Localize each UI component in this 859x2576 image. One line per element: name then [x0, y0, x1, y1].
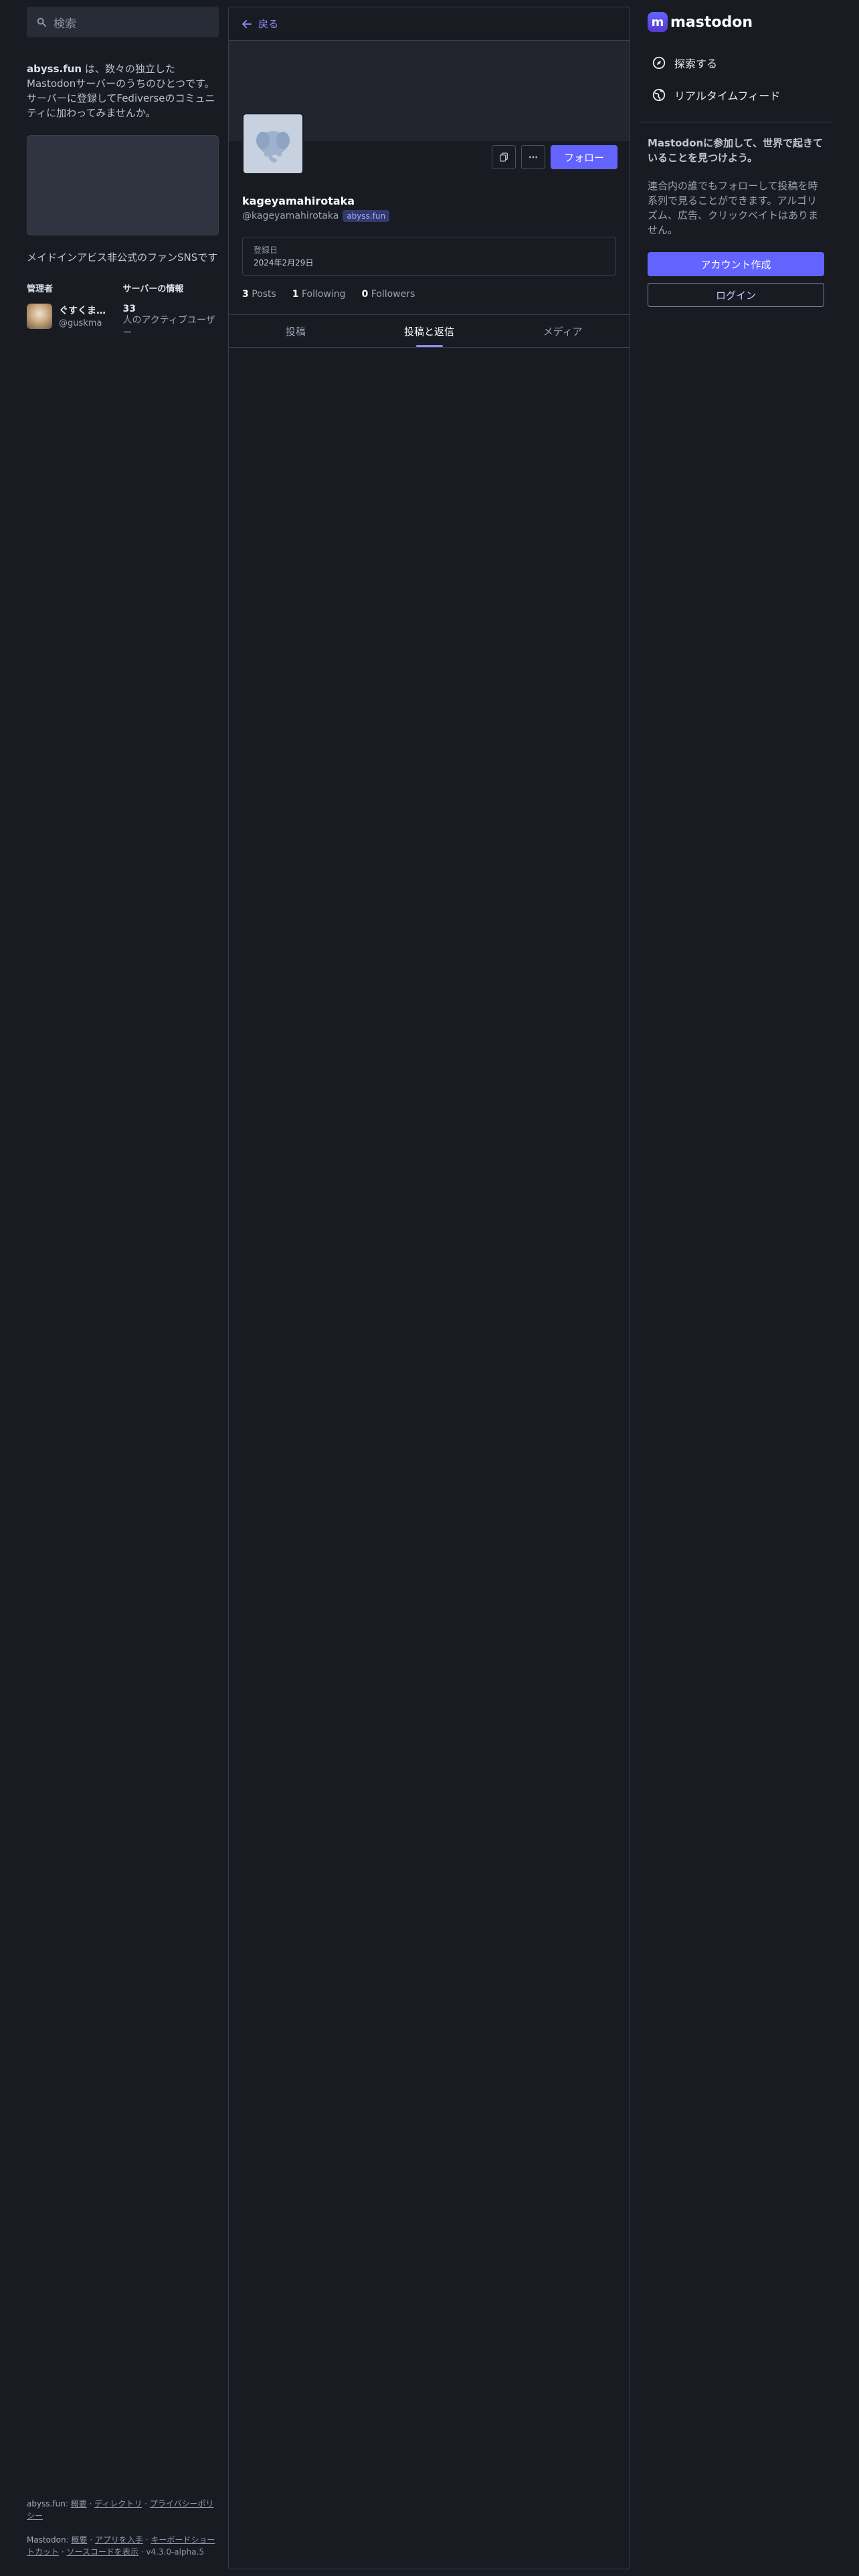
- server-hero-image: [27, 135, 219, 235]
- profile-avatar[interactable]: [242, 113, 304, 175]
- followers-count-link[interactable]: 0 Followers: [362, 289, 415, 300]
- following-label: Following: [302, 289, 346, 300]
- joined-date: 2024年2月29日: [254, 258, 314, 267]
- footer-link-directory[interactable]: ディレクトリ: [94, 2499, 142, 2508]
- admin-handle: @guskma: [59, 318, 102, 328]
- profile-counts: 3 Posts 1 Following 0 Followers: [229, 276, 630, 300]
- joined-label: 登録日: [254, 245, 278, 255]
- posts-label: Posts: [252, 289, 276, 300]
- profile-top-bar: フォロー: [229, 113, 630, 195]
- nav-explore-label: 探索する: [674, 58, 718, 70]
- nav-live-feeds[interactable]: リアルタイムフィード: [640, 79, 832, 111]
- posts-count-link[interactable]: 3 Posts: [242, 289, 276, 300]
- followers-count: 0: [361, 289, 369, 300]
- server-about: abyss.fun は、数々の独立したMastodonサーバーのうちのひとつです…: [27, 62, 219, 120]
- ellipsis-icon: [529, 156, 537, 158]
- server-info-heading: サーバーの情報: [122, 284, 184, 294]
- back-button[interactable]: 戻る: [229, 7, 630, 41]
- profile-column: 戻る フォロー kageyamahirotaka @kageyamahirota…: [228, 7, 630, 2569]
- posts-count: 3: [242, 289, 249, 300]
- tab-posts[interactable]: 投稿: [229, 315, 363, 347]
- following-count-link[interactable]: 1 Following: [292, 289, 346, 300]
- profile-actions: フォロー: [491, 145, 617, 169]
- admin-heading: 管理者: [27, 284, 54, 294]
- follow-button[interactable]: フォロー: [550, 145, 617, 169]
- left-sidebar: 検索 abyss.fun は、数々の独立したMastodonサーバーのうちのひと…: [27, 7, 219, 340]
- globe-icon: [652, 88, 666, 102]
- mastodon-elephant-icon: [256, 131, 290, 163]
- nav-live-feeds-label: リアルタイムフィード: [674, 90, 781, 102]
- admin-avatar[interactable]: [27, 304, 52, 329]
- server-tagline: メイドインアビス非公式のファンSNSです: [27, 251, 218, 263]
- mastodon-logo-icon: m: [648, 12, 668, 32]
- right-sidebar: m mastodon 探索する リアルタイムフィード Mastodonに参加して…: [640, 7, 832, 307]
- compass-icon: [652, 56, 666, 70]
- search-icon: [37, 17, 46, 27]
- search-placeholder: 検索: [54, 17, 76, 31]
- more-options-button[interactable]: [520, 145, 545, 169]
- footer-mastodon-links: Mastodon: 概要 · アプリを入手 · キーボードショートカット · ソ…: [27, 2535, 215, 2557]
- admin-account[interactable]: ぐすくま@... @guskma: [27, 304, 123, 329]
- footer-link-source[interactable]: ソースコードを表示: [66, 2547, 138, 2557]
- nav-explore[interactable]: 探索する: [640, 47, 832, 79]
- mastodon-logo[interactable]: m mastodon: [640, 7, 832, 37]
- joined-field: 登録日 2024年2月29日: [242, 237, 616, 276]
- back-label: 戻る: [258, 18, 279, 30]
- arrow-left-icon: [242, 19, 252, 28]
- tab-posts-and-replies[interactable]: 投稿と返信: [363, 315, 496, 347]
- followers-label: Followers: [371, 289, 415, 300]
- domain-badge[interactable]: abyss.fun: [343, 210, 390, 222]
- footer-server-name: abyss.fun: [27, 2499, 66, 2508]
- footer-link-get-app[interactable]: アプリを入手: [95, 2535, 143, 2545]
- server-info-section: サーバーの情報 33 人のアクティブユーザー: [123, 282, 219, 340]
- account-handle-row: @kageyamahirotaka abyss.fun: [242, 210, 616, 222]
- footer-link-about[interactable]: 概要: [71, 2499, 87, 2508]
- footer-link-mastodon-about[interactable]: 概要: [71, 2535, 87, 2545]
- copy-link-button[interactable]: [491, 145, 516, 169]
- footer-brand: Mastodon: [27, 2535, 66, 2545]
- server-name: abyss.fun: [27, 63, 82, 75]
- admin-name[interactable]: ぐすくま@...: [59, 304, 114, 317]
- create-account-button[interactable]: アカウント作成: [648, 252, 824, 276]
- footer-server-links: abyss.fun: 概要 · ディレクトリ · プライバシーポリシー: [27, 2499, 214, 2520]
- footer-version: v4.3.0-alpha.5: [146, 2547, 205, 2557]
- join-description: 連合内の誰でもフォローして投稿を時系列で見ることができます。アルゴリズム、広告、…: [648, 180, 819, 236]
- tab-media[interactable]: メディア: [496, 315, 630, 347]
- active-users-count: 33: [122, 304, 136, 314]
- search-input[interactable]: 検索: [27, 7, 219, 37]
- active-users-label: 人のアクティブユーザー: [122, 315, 215, 338]
- following-count: 1: [292, 289, 299, 300]
- display-name: kageyamahirotaka: [242, 195, 355, 207]
- copy-icon: [499, 152, 508, 162]
- profile-names: kageyamahirotaka @kageyamahirotaka abyss…: [229, 195, 630, 222]
- profile-tabs: 投稿 投稿と返信 メディア: [229, 314, 630, 348]
- footer: abyss.fun: 概要 · ディレクトリ · プライバシーポリシー Mast…: [27, 2498, 219, 2558]
- login-button[interactable]: ログイン: [648, 283, 824, 307]
- server-meta: 管理者 ぐすくま@... @guskma サーバーの情報 33 人のアクティブユ…: [27, 282, 219, 340]
- account-handle: @kageyamahirotaka: [242, 211, 339, 221]
- join-heading: Mastodonに参加して、世界で起きていることを見つけよう。: [648, 137, 823, 164]
- logo-text: mastodon: [670, 13, 753, 31]
- admin-section: 管理者 ぐすくま@... @guskma: [27, 282, 123, 340]
